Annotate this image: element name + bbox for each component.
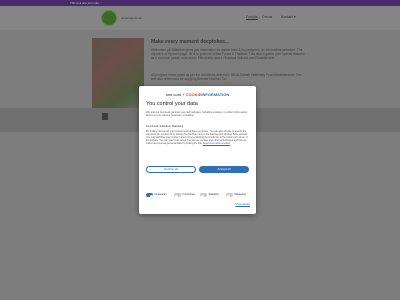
show-details-link[interactable]: Show details [235, 203, 250, 206]
read-more-link[interactable]: Read more about cookies [203, 142, 230, 145]
dialog-title: You control your data [146, 101, 198, 107]
hero-paragraph-2: All program breed years as per the condi… [151, 73, 305, 81]
brand-cookie: COOKIE [185, 92, 202, 97]
toggle-switch-marketing[interactable] [226, 193, 233, 198]
accept-all-button[interactable]: Accept all [199, 166, 249, 173]
toggle-switch-statistics[interactable] [200, 193, 207, 198]
site-logo[interactable] [101, 10, 117, 26]
cookie-settings-icon[interactable] [102, 113, 108, 120]
toggle-label-marketing: Marketing [234, 193, 246, 197]
decline-all-button[interactable]: Decline all [146, 166, 196, 173]
dialog-body: By clicking 'Accept all' you consent to … [146, 130, 249, 145]
hero-image [92, 38, 144, 108]
hero-paragraph-1: Welkomen på Stiltbriere gives you inform… [151, 48, 305, 61]
brand-information: INFORMATION [201, 92, 230, 97]
dialog-intro: We and our business partners use technol… [146, 111, 248, 118]
toggle-switch-functional[interactable] [174, 193, 181, 198]
toggle-label-necessary: Necessary [154, 193, 167, 197]
nav-item-om-os[interactable]: Om os [262, 15, 272, 19]
nav-item-forside[interactable]: Forside [246, 15, 258, 19]
site-header: elmetsopyzc.dk Forside Om os Kontakt ▾ [0, 6, 400, 30]
dialog-body-text: By clicking 'Accept all' you consent to … [146, 130, 249, 146]
nav-item-kontakt[interactable]: Kontakt ▾ [281, 15, 296, 19]
toggle-switch-necessary[interactable] [146, 193, 153, 198]
toggle-label-statistics: Statistics [208, 193, 219, 197]
toggle-label-functional: Functional [182, 193, 195, 197]
cookie-brand: one.com + COOKIEINFORMATION [139, 92, 256, 97]
site-logo-text[interactable]: elmetsopyzc.dk [121, 16, 142, 20]
hero-paragraph-2-text: All program breed years as per the condi… [151, 73, 302, 82]
consent-toggles: Necessary Functional Statistics Marketin… [146, 192, 249, 198]
dialog-purposes: Functional, Statistical, Marketing [146, 125, 184, 128]
cookie-consent-dialog: one.com + COOKIEINFORMATION You control … [139, 86, 256, 214]
brand-onecom: one.com [165, 92, 182, 97]
hero-title: Make every moment deeptokes... [151, 39, 230, 45]
